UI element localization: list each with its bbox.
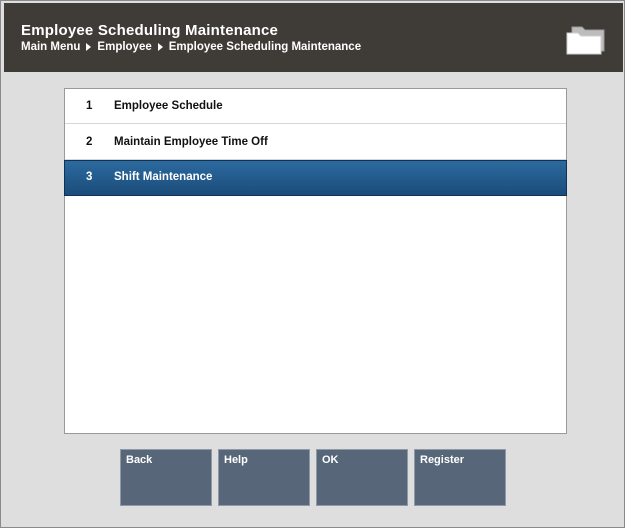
list-item-employee-schedule[interactable]: 1 Employee Schedule <box>65 89 566 124</box>
ok-button[interactable]: OK <box>316 449 408 506</box>
back-button[interactable]: Back <box>120 449 212 506</box>
list-item-shift-maintenance[interactable]: 3 Shift Maintenance <box>64 160 567 196</box>
item-number: 1 <box>86 100 93 112</box>
app-window: Employee Scheduling Maintenance Main Men… <box>0 0 625 528</box>
chevron-right-icon <box>86 43 92 51</box>
item-number: 3 <box>86 171 93 183</box>
folder-icon[interactable] <box>564 23 608 55</box>
item-label: Maintain Employee Time Off <box>114 136 268 148</box>
help-button[interactable]: Help <box>218 449 310 506</box>
help-button-label: Help <box>224 454 248 466</box>
breadcrumb-employee[interactable]: Employee <box>97 41 151 53</box>
item-label: Shift Maintenance <box>114 171 213 183</box>
list-item-maintain-employee-time-off[interactable]: 2 Maintain Employee Time Off <box>65 125 566 160</box>
back-button-label: Back <box>126 454 153 466</box>
header-bar: Employee Scheduling Maintenance Main Men… <box>4 3 623 72</box>
ok-button-label: OK <box>322 454 339 466</box>
menu-list: 1 Employee Schedule 2 Maintain Employee … <box>64 88 567 434</box>
page-title: Employee Scheduling Maintenance <box>21 22 279 39</box>
breadcrumb-main-menu[interactable]: Main Menu <box>21 41 80 53</box>
item-number: 2 <box>86 136 93 148</box>
chevron-right-icon <box>157 43 163 51</box>
register-button[interactable]: Register <box>414 449 506 506</box>
register-button-label: Register <box>420 454 465 466</box>
breadcrumb-current: Employee Scheduling Maintenance <box>168 41 362 53</box>
breadcrumb: Main Menu Employee Employee Scheduling M… <box>21 41 361 53</box>
item-label: Employee Schedule <box>114 100 223 112</box>
